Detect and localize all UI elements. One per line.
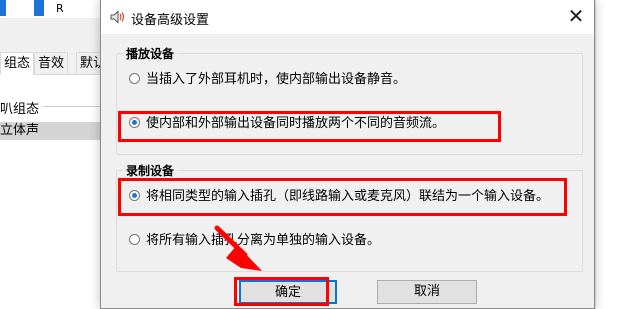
recording-group-title: 录制设备	[123, 162, 178, 179]
highlight-box-ok	[234, 277, 329, 306]
balance-slider-track[interactable]	[0, 0, 6, 16]
separate-inputs-option[interactable]: 将所有输入插孔分离为单独的输入设备。	[129, 231, 380, 251]
highlight-box-playback	[118, 111, 501, 142]
speaker-config-label: 叭组态	[0, 102, 40, 117]
radio-button[interactable]	[129, 234, 140, 245]
right-channel-label: R	[56, 2, 64, 15]
title-bar: 设备高级设置 ✕	[101, 0, 594, 34]
dialog-title: 设备高级设置	[131, 13, 210, 28]
highlight-box-recording	[118, 178, 567, 216]
background-right-edge	[595, 0, 620, 309]
group-divider	[43, 106, 108, 107]
balance-slider-thumb[interactable]	[34, 0, 44, 16]
advanced-device-settings-dialog: 设备高级设置 ✕ 播放设备 当插入了外部耳机时，使内部输出设备静音。 使内部和外…	[100, 0, 595, 309]
background-window: R 组态 音效 默认 叭组态 立体声	[0, 0, 110, 309]
speaker-config-selected-item[interactable]: 立体声	[0, 122, 108, 140]
mute-internal-option[interactable]: 当插入了外部耳机时，使内部输出设备静音。	[129, 70, 406, 90]
option-label: 将所有输入插孔分离为单独的输入设备。	[146, 233, 381, 248]
tab-config[interactable]: 组态	[0, 52, 35, 75]
cancel-button[interactable]: 取消	[377, 280, 477, 304]
background-slider-area	[0, 0, 110, 18]
background-tab-bar: 组态 音效 默认	[0, 52, 110, 75]
radio-button[interactable]	[129, 73, 140, 84]
option-label: 当插入了外部耳机时，使内部输出设备静音。	[146, 72, 407, 87]
close-button[interactable]: ✕	[558, 0, 594, 34]
tab-effects[interactable]: 音效	[34, 52, 69, 74]
playback-group-title: 播放设备	[123, 45, 178, 62]
speaker-icon	[110, 10, 126, 24]
